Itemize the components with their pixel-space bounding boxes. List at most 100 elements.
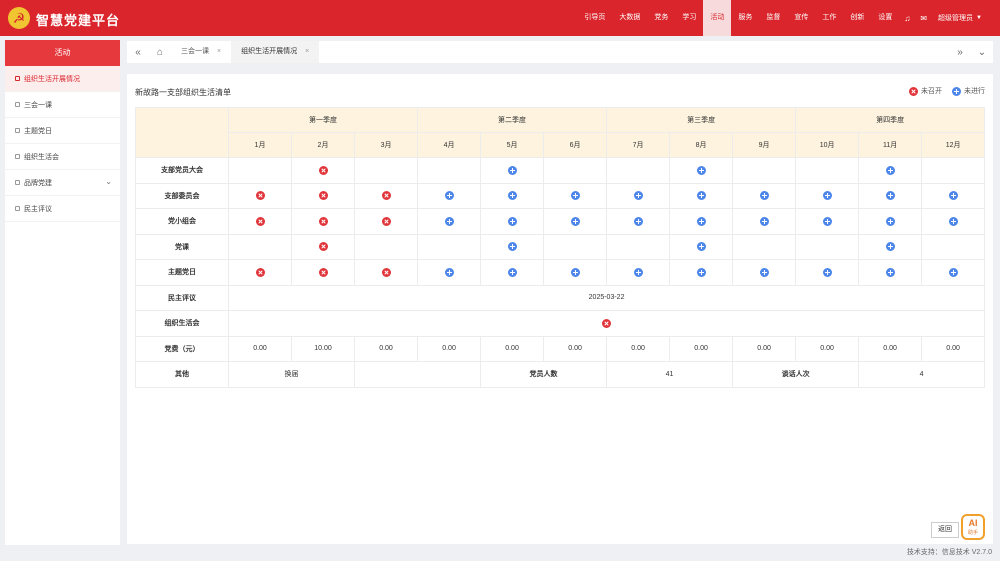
sidebar-item-theme-day[interactable]: 主题党日 — [5, 118, 120, 144]
close-icon[interactable]: × — [217, 41, 221, 63]
bell-icon[interactable]: ♫ — [899, 14, 915, 23]
home-icon[interactable]: ⌂ — [149, 47, 171, 58]
sidebar-item-org-life-meeting[interactable]: 组织生活会 — [5, 144, 120, 170]
not-held-icon[interactable] — [255, 267, 265, 277]
pending-icon[interactable] — [885, 242, 895, 252]
status-cell — [228, 157, 292, 184]
pending-icon[interactable] — [444, 191, 454, 201]
status-cell — [228, 233, 292, 260]
footer-tech-support: 技术支持：信息技术 V2.7.0 — [906, 549, 992, 556]
not-held-icon[interactable] — [318, 191, 328, 201]
pending-icon[interactable] — [885, 216, 895, 226]
pending-icon[interactable] — [948, 216, 958, 226]
pending-icon[interactable] — [507, 267, 517, 277]
chevron-down-icon[interactable]: ⌄ — [971, 47, 993, 58]
pending-icon[interactable] — [822, 191, 832, 201]
fee-cell: 0.00 — [606, 335, 671, 362]
nav-item-activity[interactable]: 活动 — [703, 0, 732, 36]
not-held-icon[interactable] — [255, 216, 265, 226]
status-cell — [921, 157, 986, 184]
not-held-icon[interactable] — [318, 242, 328, 252]
status-cell — [795, 259, 860, 286]
pending-icon[interactable] — [696, 165, 706, 175]
pending-icon[interactable] — [507, 216, 517, 226]
not-held-icon[interactable] — [318, 216, 328, 226]
nav-item-supervision[interactable]: 监督 — [759, 0, 787, 36]
nav-item-bigdata[interactable]: 大数据 — [612, 0, 647, 36]
pending-icon[interactable] — [570, 216, 580, 226]
pending-icon[interactable] — [570, 267, 580, 277]
pending-icon[interactable] — [885, 191, 895, 201]
fee-cell: 0.00 — [543, 335, 608, 362]
month-header: 1月 — [228, 132, 292, 158]
not-held-icon[interactable] — [318, 267, 328, 277]
pending-icon[interactable] — [759, 267, 769, 277]
scroll-left-icon[interactable]: « — [127, 47, 149, 58]
pending-icon[interactable] — [570, 191, 580, 201]
pending-icon[interactable] — [885, 165, 895, 175]
tab-three-meetings[interactable]: 三会一课 × — [171, 41, 231, 63]
tab-label: 三会一课 — [181, 48, 209, 55]
sidebar-title: 活动 — [5, 40, 120, 66]
pending-icon[interactable] — [948, 267, 958, 277]
pending-icon[interactable] — [507, 191, 517, 201]
nav-item-publicity[interactable]: 宣传 — [787, 0, 815, 36]
pending-icon[interactable] — [507, 165, 517, 175]
status-cell — [480, 182, 545, 209]
message-icon[interactable]: ✉ — [915, 14, 932, 23]
not-held-icon[interactable] — [381, 191, 391, 201]
nav-item-guide[interactable]: 引导页 — [577, 0, 612, 36]
close-icon[interactable]: × — [305, 41, 309, 63]
row-label: 其他 — [135, 361, 229, 388]
democratic-review-row: 民主评议 2025-03-22 — [135, 284, 986, 311]
tab-bar: « ⌂ 三会一课 × 组织生活开展情况 × » ⌄ — [127, 41, 993, 63]
not-held-icon[interactable] — [255, 191, 265, 201]
pending-icon[interactable] — [444, 267, 454, 277]
tab-org-life-status[interactable]: 组织生活开展情况 × — [231, 41, 320, 63]
sidebar-item-democratic-review[interactable]: 民主评议 — [5, 196, 120, 222]
nav-item-innovation[interactable]: 创新 — [843, 0, 871, 36]
pending-icon[interactable] — [633, 191, 643, 201]
status-cell — [480, 259, 545, 286]
sidebar-item-label: 组织生活开展情况 — [24, 75, 80, 83]
nav-item-study[interactable]: 学习 — [675, 0, 703, 36]
pending-icon[interactable] — [759, 191, 769, 201]
pending-icon[interactable] — [444, 216, 454, 226]
scroll-right-icon[interactable]: » — [949, 47, 971, 58]
status-cell — [858, 157, 923, 184]
pending-icon[interactable] — [507, 242, 517, 252]
return-button[interactable]: 返回 — [931, 522, 959, 538]
user-menu[interactable]: 超级管理员 ▼ — [932, 13, 982, 23]
pending-icon[interactable] — [759, 216, 769, 226]
status-cell — [291, 233, 355, 260]
status-cell — [732, 233, 797, 260]
not-held-icon[interactable] — [381, 267, 391, 277]
pending-icon[interactable] — [633, 216, 643, 226]
sidebar-item-three-meetings[interactable]: 三会一课 — [5, 92, 120, 118]
nav-item-work[interactable]: 工作 — [815, 0, 843, 36]
table-row: 支部委员会 — [135, 182, 986, 209]
not-held-icon[interactable] — [318, 165, 328, 175]
nav-item-service[interactable]: 服务 — [731, 0, 759, 36]
pending-icon[interactable] — [696, 191, 706, 201]
ai-assistant-button[interactable]: AI 助手 — [961, 514, 985, 540]
nav-item-party-affairs[interactable]: 党务 — [647, 0, 675, 36]
pending-icon[interactable] — [633, 267, 643, 277]
sidebar-item-org-life-status[interactable]: 组织生活开展情况 — [5, 66, 120, 92]
top-bar: ☭ 智慧党建平台 引导页 大数据 党务 学习 活动 服务 监督 宣传 工作 创新… — [0, 0, 1000, 36]
pending-icon[interactable] — [696, 267, 706, 277]
pending-icon[interactable] — [885, 267, 895, 277]
nav-item-settings[interactable]: 设置 — [871, 0, 899, 36]
pending-icon[interactable] — [822, 216, 832, 226]
pending-icon[interactable] — [696, 216, 706, 226]
org-life-table: 第一季度 第二季度 第三季度 第四季度 1月 2月 3月 4月 5月 6月 7月 8月 9月 10… — [135, 107, 986, 388]
pending-icon[interactable] — [948, 191, 958, 201]
pending-icon[interactable] — [822, 267, 832, 277]
status-cell — [732, 208, 797, 235]
row-label: 党课 — [135, 233, 229, 260]
status-cell — [606, 259, 671, 286]
sidebar-item-brand[interactable]: 品牌党建 ⌄ — [5, 170, 120, 196]
not-held-icon[interactable] — [381, 216, 391, 226]
not-held-icon[interactable] — [602, 318, 612, 328]
pending-icon[interactable] — [696, 242, 706, 252]
